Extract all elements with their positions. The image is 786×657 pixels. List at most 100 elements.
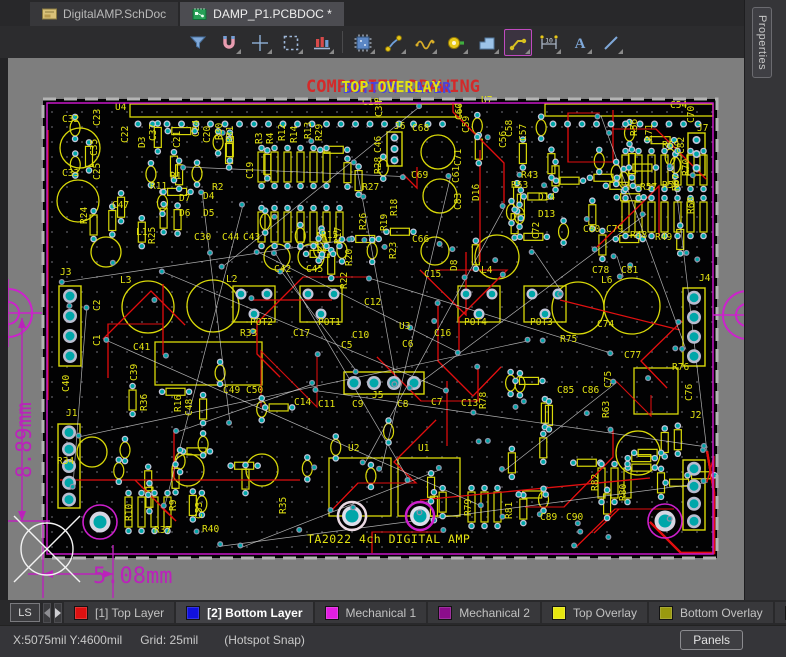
snap-tool-button[interactable] bbox=[215, 29, 243, 56]
svg-text:R36: R36 bbox=[139, 394, 150, 411]
dimension-icon: 10 bbox=[539, 33, 559, 53]
svg-text:R26: R26 bbox=[358, 213, 369, 230]
svg-text:C58: C58 bbox=[504, 120, 515, 137]
svg-text:C76: C76 bbox=[684, 384, 695, 401]
trace-tool-button[interactable] bbox=[504, 29, 532, 56]
filter-tool-button[interactable] bbox=[184, 29, 212, 56]
text-tool-button[interactable]: A bbox=[566, 29, 594, 56]
svg-text:R76: R76 bbox=[672, 362, 689, 373]
svg-text:C41: C41 bbox=[133, 342, 150, 353]
svg-text:C85: C85 bbox=[557, 385, 574, 396]
polygon-icon bbox=[477, 33, 497, 53]
layer-tab-mechanical-1[interactable]: Mechanical 1 bbox=[315, 602, 427, 623]
layer-tab-mechanical-2[interactable]: Mechanical 2 bbox=[428, 602, 540, 623]
horizontal-dim-text: 5.08mm bbox=[93, 564, 172, 589]
svg-text:C5: C5 bbox=[341, 340, 352, 351]
svg-text:R9: R9 bbox=[168, 499, 179, 511]
svg-text:C9: C9 bbox=[352, 399, 364, 410]
layer-tab-label: [2] Bottom Layer bbox=[207, 606, 302, 620]
svg-text:R3: R3 bbox=[254, 133, 265, 144]
svg-text:C86: C86 bbox=[582, 385, 599, 396]
layer-color-swatch bbox=[659, 606, 673, 620]
svg-text:C74: C74 bbox=[597, 319, 614, 330]
svg-text:R68: R68 bbox=[686, 197, 697, 214]
scroll-layers-right-button[interactable] bbox=[54, 603, 62, 623]
svg-text:R30: R30 bbox=[214, 123, 225, 140]
svg-text:R23: R23 bbox=[388, 242, 399, 259]
panels-button[interactable]: Panels bbox=[680, 630, 743, 650]
svg-text:D14: D14 bbox=[538, 192, 555, 203]
svg-text:R19: R19 bbox=[379, 214, 390, 231]
via-tool-button[interactable] bbox=[442, 29, 470, 56]
svg-text:D8: D8 bbox=[449, 259, 460, 271]
layer-tab-top-layer[interactable]: [1] Top Layer bbox=[64, 602, 174, 623]
svg-text:R70: R70 bbox=[681, 159, 692, 176]
layer-tab-top-paste[interactable]: Top bbox=[775, 602, 786, 623]
svg-text:R18: R18 bbox=[389, 199, 400, 216]
board-title-silkscreen: TA2022 4ch DIGITAL AMP bbox=[307, 532, 470, 546]
tab-schdoc[interactable]: DigitalAMP.SchDoc bbox=[30, 2, 178, 26]
area-select-button[interactable] bbox=[277, 29, 305, 56]
svg-text:R29: R29 bbox=[314, 124, 325, 141]
differential-pair-button[interactable] bbox=[411, 29, 439, 56]
svg-text:C89: C89 bbox=[540, 512, 557, 523]
layer-string-yellow: TOP OVERLAY bbox=[341, 78, 440, 96]
layer-tab-top-overlay[interactable]: Top Overlay bbox=[542, 602, 647, 623]
via-icon bbox=[446, 33, 466, 53]
pcb-drawing: C32C23U4C22C35C33C25D3C37C21C24C20R30R31… bbox=[8, 58, 745, 600]
svg-text:J5: J5 bbox=[372, 390, 383, 401]
svg-text:C32: C32 bbox=[62, 114, 79, 125]
svg-text:C16: C16 bbox=[434, 328, 451, 339]
svg-text:U3: U3 bbox=[399, 321, 410, 332]
polygon-pour-button[interactable] bbox=[473, 29, 501, 56]
pcb-canvas[interactable]: C32C23U4C22C35C33C25D3C37C21C24C20R30R31… bbox=[8, 58, 745, 600]
properties-panel-tab[interactable]: Properties bbox=[752, 7, 772, 78]
svg-text:C25: C25 bbox=[92, 163, 103, 180]
move-tool-button[interactable] bbox=[246, 29, 274, 56]
cursor-coordinates: X:5075mil Y:4600mil bbox=[13, 633, 122, 647]
svg-text:R49: R49 bbox=[655, 232, 672, 243]
pcb-editor-window: DigitalAMP.SchDoc DAMP_P1.PCBDOC * bbox=[0, 0, 786, 657]
scroll-layers-left-button[interactable] bbox=[43, 603, 51, 623]
interactive-route-button[interactable] bbox=[380, 29, 408, 56]
chevron-left-icon bbox=[44, 608, 50, 618]
pad-tool-button[interactable] bbox=[308, 29, 336, 56]
svg-text:R75: R75 bbox=[560, 334, 577, 345]
left-edge-strip bbox=[0, 58, 8, 600]
svg-text:A: A bbox=[575, 36, 586, 52]
snap-mode: (Hotspot Snap) bbox=[224, 633, 305, 647]
svg-text:L3: L3 bbox=[120, 275, 131, 286]
svg-text:R27: R27 bbox=[362, 182, 379, 193]
svg-text:C82: C82 bbox=[676, 137, 687, 154]
svg-text:U2: U2 bbox=[348, 443, 359, 454]
svg-text:R40: R40 bbox=[202, 524, 219, 535]
pad-stack-icon bbox=[312, 33, 332, 53]
component-chip-icon bbox=[353, 33, 373, 53]
layer-tab-bottom-layer[interactable]: [2] Bottom Layer bbox=[176, 602, 312, 623]
place-component-button[interactable] bbox=[349, 29, 377, 56]
layer-color-swatch bbox=[552, 606, 566, 620]
svg-text:R14: R14 bbox=[289, 126, 300, 143]
layer-set-button[interactable]: LS bbox=[10, 603, 40, 622]
layer-tab-label: Mechanical 2 bbox=[459, 606, 530, 620]
svg-text:J6: J6 bbox=[394, 121, 406, 132]
svg-text:R22: R22 bbox=[339, 272, 350, 289]
svg-text:C69: C69 bbox=[411, 170, 428, 181]
line-tool-button[interactable] bbox=[597, 29, 625, 56]
svg-text:C72: C72 bbox=[531, 222, 542, 239]
svg-text:C83: C83 bbox=[453, 193, 464, 210]
svg-text:C12: C12 bbox=[364, 297, 381, 308]
svg-text:C13: C13 bbox=[461, 398, 478, 409]
svg-text:R4: R4 bbox=[265, 132, 276, 144]
svg-text:C33: C33 bbox=[62, 168, 79, 179]
layer-color-swatch bbox=[438, 606, 452, 620]
svg-text:C10: C10 bbox=[352, 330, 369, 341]
svg-text:R48: R48 bbox=[630, 230, 647, 241]
layer-tab-bottom-overlay[interactable]: Bottom Overlay bbox=[649, 602, 773, 623]
filter-icon bbox=[188, 33, 208, 53]
dimension-tool-button[interactable]: 10 bbox=[535, 29, 563, 56]
tab-pcbdoc[interactable]: DAMP_P1.PCBDOC * bbox=[180, 2, 344, 26]
svg-text:D5: D5 bbox=[203, 208, 214, 219]
tab-schdoc-label: DigitalAMP.SchDoc bbox=[63, 7, 166, 21]
svg-text:C81: C81 bbox=[621, 265, 638, 276]
